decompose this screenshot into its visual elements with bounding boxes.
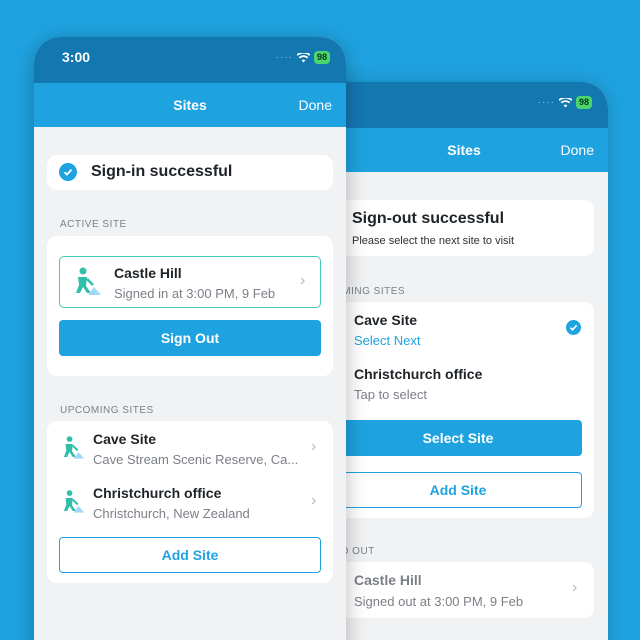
- battery-icon: 98: [313, 51, 330, 64]
- front-phone-screen: 3:00 ···· 98 Sites Done Sign-in successf…: [34, 37, 346, 640]
- signed-in-time: Signed in at 3:00 PM, 9 Feb: [114, 286, 276, 301]
- status-indicators: ···· 98: [276, 51, 330, 64]
- done-button[interactable]: Done: [561, 142, 594, 158]
- chevron-right-icon: ›: [311, 492, 317, 509]
- signed-out-card[interactable]: Castle Hill Signed out at 3:00 PM, 9 Feb…: [334, 562, 594, 618]
- list-item-cave-site[interactable]: Cave Site Select Next: [334, 302, 594, 356]
- signed-out-time: Signed out at 3:00 PM, 9 Feb: [354, 594, 524, 609]
- wifi-icon: [296, 52, 310, 62]
- done-button[interactable]: Done: [299, 97, 332, 113]
- success-check-icon: [59, 163, 77, 181]
- signal-icon: ····: [275, 52, 293, 63]
- signin-title: Sign-in successful: [91, 163, 233, 180]
- status-indicators: ···· 98: [538, 96, 592, 109]
- signout-title: Sign-out successful: [352, 210, 505, 227]
- status-bar: 0 ···· 98: [320, 82, 608, 128]
- signout-subtitle: Please select the next site to visit: [352, 235, 515, 247]
- site-address: Cave Stream Scenic Reserve, Ca...: [93, 452, 299, 467]
- site-name: Castle Hill: [354, 572, 422, 588]
- status-bar: 3:00 ···· 98: [34, 37, 346, 83]
- chevron-right-icon: ›: [311, 438, 317, 455]
- list-item-cave-site[interactable]: Cave Site Cave Stream Scenic Reserve, Ca…: [47, 421, 333, 475]
- chevron-right-icon: ›: [572, 579, 578, 596]
- tap-to-select-label: Tap to select: [354, 387, 427, 402]
- nav-bar: Sites Done: [34, 83, 346, 127]
- worker-icon: [63, 490, 85, 513]
- wifi-icon: [558, 97, 572, 107]
- site-name: Cave Site: [354, 312, 418, 328]
- signal-icon: ····: [537, 97, 555, 108]
- list-item-christchurch-office[interactable]: Christchurch office Christchurch, New Ze…: [47, 475, 333, 529]
- signin-banner: Sign-in successful: [47, 155, 333, 190]
- site-address: Christchurch, New Zealand: [93, 506, 250, 521]
- chevron-right-icon: ›: [300, 272, 306, 289]
- back-phone-screen: 0 ···· 98 Sites Done Sign-out successful…: [320, 82, 608, 640]
- signout-banner: Sign-out successful Please select the ne…: [334, 200, 594, 256]
- site-name: Castle Hill: [114, 265, 182, 281]
- select-next-label: Select Next: [354, 333, 421, 348]
- worker-icon: [76, 267, 101, 295]
- site-name: Christchurch office: [354, 366, 483, 382]
- selected-check-icon: [566, 320, 581, 335]
- select-site-button[interactable]: Select Site: [334, 420, 582, 456]
- add-site-button[interactable]: Add Site: [59, 537, 321, 573]
- upcoming-sites-label: UPCOMING SITES: [60, 405, 154, 416]
- site-name: Cave Site: [93, 431, 157, 447]
- worker-icon: [63, 436, 85, 459]
- upcoming-sites-card: Cave Site Cave Stream Scenic Reserve, Ca…: [47, 421, 333, 583]
- active-site-row[interactable]: Castle Hill Signed in at 3:00 PM, 9 Feb …: [59, 256, 321, 308]
- active-site-card: Castle Hill Signed in at 3:00 PM, 9 Feb …: [47, 236, 333, 376]
- nav-bar: Sites Done: [320, 128, 608, 172]
- add-site-button[interactable]: Add Site: [334, 472, 582, 508]
- battery-icon: 98: [575, 96, 592, 109]
- active-site-label: ACTIVE SITE: [60, 219, 127, 230]
- site-name: Christchurch office: [93, 485, 222, 501]
- upcoming-sites-card: Cave Site Select Next Christchurch offic…: [334, 302, 594, 518]
- sign-out-button[interactable]: Sign Out: [59, 320, 321, 356]
- list-item-christchurch-office[interactable]: Christchurch office Tap to select: [334, 356, 594, 410]
- status-time: 3:00: [62, 49, 91, 65]
